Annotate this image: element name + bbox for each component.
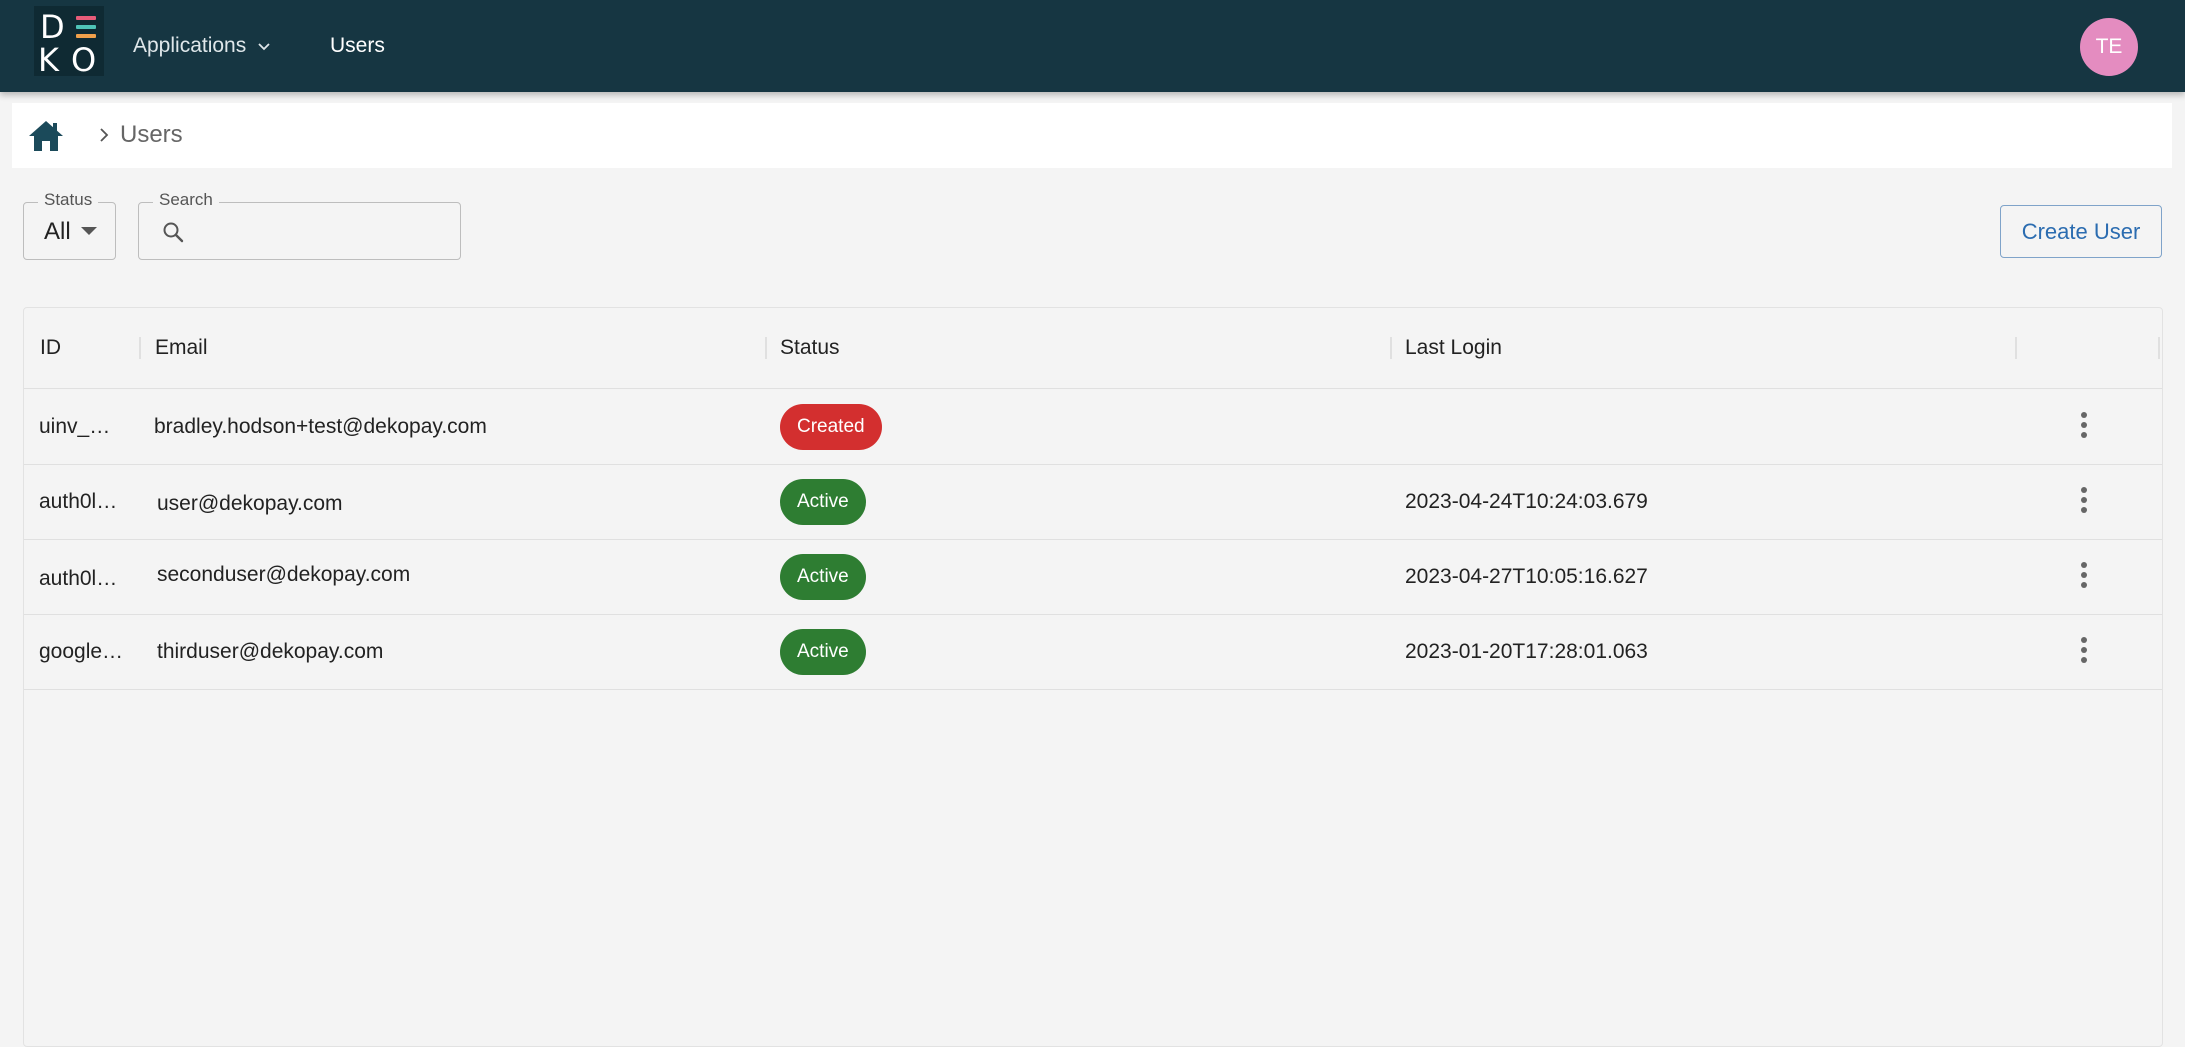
cell-email: thirduser@dekopay.com <box>157 640 384 663</box>
logo-bar-3 <box>76 34 96 38</box>
column-separator[interactable] <box>765 337 767 359</box>
users-table: ID Email Status Last Login uinv_… bradle… <box>23 307 2163 1047</box>
search-field-label: Search <box>153 190 219 210</box>
create-user-button[interactable]: Create User <box>2000 205 2162 258</box>
more-vert-icon[interactable] <box>2079 412 2089 442</box>
breadcrumb-current: Users <box>120 121 183 148</box>
home-icon[interactable] <box>28 119 64 153</box>
more-vert-icon[interactable] <box>2079 487 2089 517</box>
table-row[interactable]: auth0l… seconduser@dekopay.com Active 20… <box>24 540 2162 615</box>
applications-menu[interactable]: Applications <box>133 28 272 64</box>
more-vert-icon[interactable] <box>2079 637 2089 667</box>
breadcrumb: Users <box>12 103 2172 168</box>
avatar-initials: TE <box>2095 35 2123 58</box>
table-row[interactable]: uinv_… bradley.hodson+test@dekopay.com C… <box>24 390 2162 465</box>
search-input[interactable] <box>197 213 447 249</box>
column-header-email[interactable]: Email <box>155 336 208 360</box>
column-separator[interactable] <box>1390 337 1392 359</box>
search-field[interactable]: Search <box>138 190 461 260</box>
status-badge: Active <box>780 554 866 600</box>
status-select-value: All <box>44 218 71 245</box>
logo-letter-d: D <box>40 8 65 46</box>
more-vert-icon[interactable] <box>2079 562 2089 592</box>
status-select[interactable]: Status All <box>23 190 116 260</box>
column-separator[interactable] <box>2015 337 2017 359</box>
nav-users-label: Users <box>330 34 385 57</box>
column-separator[interactable] <box>2158 337 2160 359</box>
cell-id: uinv_… <box>39 415 111 438</box>
logo-letter-o: O <box>71 41 97 79</box>
column-header-id[interactable]: ID <box>40 336 61 360</box>
search-icon <box>163 222 184 243</box>
chevron-down-icon <box>258 43 270 51</box>
cell-last-login: 2023-01-20T17:28:01.063 <box>1405 640 1648 663</box>
deko-logo[interactable]: D K O <box>34 6 104 76</box>
cell-id: auth0l… <box>39 567 118 590</box>
status-select-label: Status <box>38 190 99 210</box>
table-row[interactable]: auth0l… user@dekopay.com Active 2023-04-… <box>24 465 2162 540</box>
nav-users-link[interactable]: Users <box>330 28 385 64</box>
logo-bar-1 <box>76 16 96 20</box>
cell-last-login: 2023-04-27T10:05:16.627 <box>1405 565 1648 588</box>
column-separator[interactable] <box>139 337 141 359</box>
logo-bar-2 <box>76 25 96 29</box>
cell-email: user@dekopay.com <box>157 492 343 515</box>
table-header: ID Email Status Last Login <box>24 308 2162 389</box>
status-badge: Created <box>780 404 882 450</box>
top-app-bar: D K O Applications Users TE <box>0 0 2185 92</box>
status-badge: Active <box>780 629 866 675</box>
column-header-status[interactable]: Status <box>780 336 840 360</box>
cell-email: seconduser@dekopay.com <box>157 563 411 586</box>
cell-id: auth0l… <box>39 490 118 513</box>
cell-last-login: 2023-04-24T10:24:03.679 <box>1405 490 1648 513</box>
column-header-last-login[interactable]: Last Login <box>1405 336 1502 360</box>
dropdown-arrow-icon <box>81 227 97 235</box>
logo-letter-k: K <box>38 41 59 79</box>
applications-menu-label: Applications <box>133 34 247 57</box>
status-badge: Active <box>780 479 866 525</box>
user-avatar[interactable]: TE <box>2080 18 2138 76</box>
cell-email: bradley.hodson+test@dekopay.com <box>154 415 487 438</box>
cell-id: google… <box>39 640 124 663</box>
table-row[interactable]: google… thirduser@dekopay.com Active 202… <box>24 615 2162 690</box>
chevron-right-icon <box>100 128 109 142</box>
